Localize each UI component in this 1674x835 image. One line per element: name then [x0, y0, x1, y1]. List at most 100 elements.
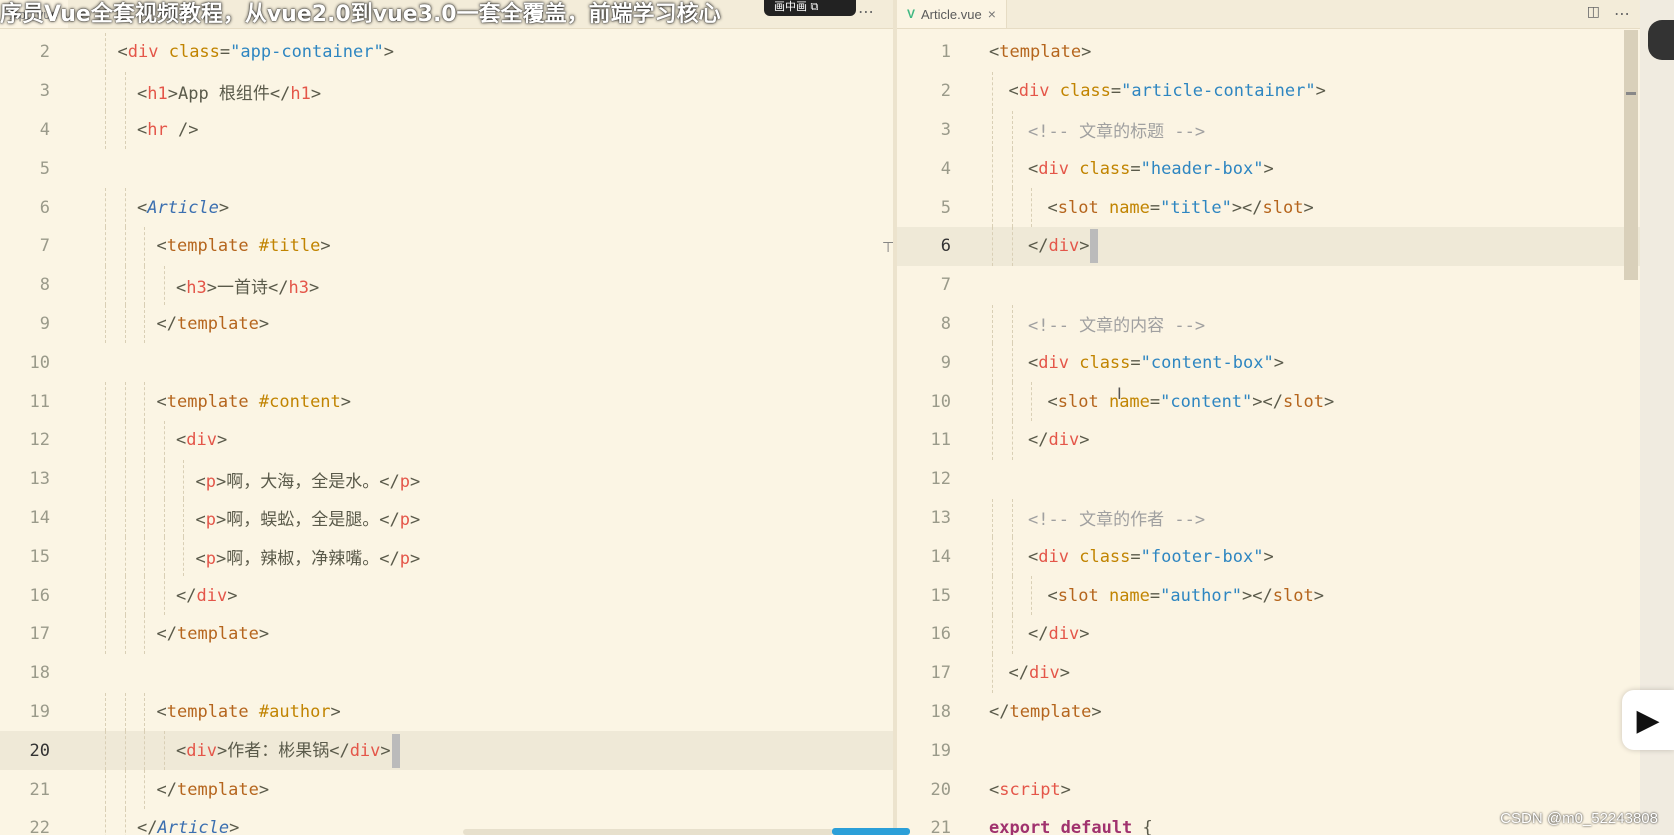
split-editor-icon[interactable]: ◫: [1587, 4, 1600, 20]
line-number: 13: [930, 507, 951, 528]
code-line[interactable]: 4 <hr />: [0, 110, 893, 150]
line-number: 4: [940, 158, 951, 179]
code-token: >: [340, 391, 352, 412]
pip-icon: ⧉: [810, 0, 819, 13]
code-line[interactable]: 14 <p>啊，蜈蚣，全是腿。</p>: [0, 498, 893, 538]
picture-in-picture-button[interactable]: 画中画 ⧉: [764, 0, 856, 16]
code-line[interactable]: 3 <h1>App 根组件</h1>: [0, 71, 893, 111]
code-line[interactable]: 6 <Article>: [0, 188, 893, 227]
code-line[interactable]: 19 <template #author>: [0, 692, 893, 732]
indent-guide: [105, 110, 106, 150]
code-line[interactable]: 19: [897, 731, 1640, 770]
code-line[interactable]: 18: [0, 654, 893, 693]
code-token: "title": [1160, 197, 1232, 218]
code-line[interactable]: 16 </div>: [0, 576, 893, 615]
indent-guide: [124, 537, 126, 577]
indent-guide: [105, 459, 106, 499]
code-line[interactable]: 21 </template>: [0, 770, 893, 809]
code-line[interactable]: 10 <slot name="content"></slot>: [897, 382, 1640, 421]
indent-guide: [105, 537, 106, 577]
code-line[interactable]: 5: [0, 149, 893, 188]
code-line[interactable]: 3 <!-- 文章的标题 -->: [897, 110, 1640, 150]
code-text: <template #content>: [157, 392, 352, 412]
play-icon[interactable]: ▶: [1622, 690, 1674, 750]
code-line[interactable]: 18 </template>: [897, 693, 1640, 732]
code-line[interactable]: 8 <!-- 文章的内容 -->: [897, 304, 1640, 344]
code-token: "content-box": [1140, 352, 1274, 373]
line-number: 15: [29, 546, 50, 567]
code-line[interactable]: 5 <slot name="title"></slot>: [897, 188, 1640, 227]
code-line[interactable]: 9 </template>: [0, 304, 893, 344]
code-line[interactable]: 15 <slot name="author"></slot>: [897, 576, 1640, 615]
code-line[interactable]: 13 <!-- 文章的作者 -->: [897, 498, 1640, 538]
indent-guide: [1011, 382, 1013, 421]
code-line[interactable]: 7 <template #title>: [0, 226, 893, 266]
code-line[interactable]: 15 <p>啊，辣椒，净辣嘴。</p>: [0, 537, 893, 577]
code-token: <: [137, 83, 148, 104]
code-token: =: [1149, 197, 1161, 218]
code-line[interactable]: 4 <div class="header-box">: [897, 149, 1640, 189]
left-code-area[interactable]: 2 <div class="app-container"> 3 <h1>App 根组件…: [0, 33, 893, 835]
indent-guide: [1031, 576, 1032, 615]
indent-guide: [992, 71, 993, 111]
code-line[interactable]: 2 <div class="app-container">: [0, 33, 893, 72]
line-number: 4: [39, 119, 50, 140]
tab-article-vue[interactable]: V Article.vue ×: [897, 0, 1007, 28]
line-number: 22: [29, 818, 50, 835]
code-line[interactable]: 6 </div>: [897, 226, 1640, 266]
indent-guide: [1011, 304, 1013, 344]
indent-guide: [124, 576, 126, 615]
indent-guide: [1011, 343, 1013, 383]
code-token: >啊，大海，全是水。</: [216, 471, 400, 492]
code-line[interactable]: 9 <div class="content-box">: [897, 343, 1640, 383]
code-line[interactable]: 14 <div class="footer-box">: [897, 537, 1640, 577]
more-actions-icon[interactable]: ⋯: [1614, 4, 1630, 23]
vertical-scrollbar[interactable]: [1624, 30, 1638, 280]
code-line[interactable]: 17 </div>: [897, 653, 1640, 693]
code-text: </div>: [1028, 430, 1089, 450]
code-token: div: [186, 740, 217, 761]
code-line[interactable]: 11 <template #content>: [0, 382, 893, 421]
indent-guide: [992, 382, 993, 421]
video-progress-bar[interactable]: [832, 828, 910, 835]
code-token: >: [1079, 430, 1090, 451]
close-icon[interactable]: ×: [988, 6, 996, 22]
code-line[interactable]: 1 <template>: [897, 33, 1640, 72]
code-token: <: [176, 430, 187, 451]
code-line[interactable]: 7: [897, 266, 1640, 305]
code-line[interactable]: 2 <div class="article-container">: [897, 71, 1640, 111]
code-line[interactable]: 10: [0, 343, 893, 382]
line-number: 12: [29, 430, 50, 451]
right-code-area[interactable]: 1 <template> 2 <div class="article-containe…: [897, 33, 1640, 835]
indent-guide: [183, 459, 184, 499]
side-widget-icon[interactable]: [1648, 20, 1674, 60]
indent-guide: [144, 770, 145, 809]
code-text: </Article>: [137, 818, 239, 835]
left-editor-pane: App.vue ⋯ 2 <div class="app-container"> 3 <…: [0, 0, 893, 835]
code-line[interactable]: 17 </template>: [0, 614, 893, 654]
code-line[interactable]: 20 <div>作者：彬果锅</div>: [0, 731, 893, 771]
code-token: <: [1047, 391, 1058, 412]
code-line[interactable]: 8 <h3>一首诗</h3>: [0, 265, 893, 305]
code-token: >: [1303, 197, 1314, 218]
indent-guide: [124, 731, 126, 771]
code-token: >: [216, 430, 228, 451]
code-line[interactable]: 12 <div>: [0, 420, 893, 460]
horizontal-scrollbar[interactable]: [463, 829, 833, 835]
code-line[interactable]: 11 </div>: [897, 420, 1640, 460]
indent-guide: [163, 420, 165, 460]
code-token: >: [1263, 158, 1274, 179]
indent-guide: [105, 382, 106, 421]
code-line[interactable]: 16 </div>: [897, 614, 1640, 654]
code-token: template: [166, 236, 249, 257]
code-line[interactable]: 13 <p>啊，大海，全是水。</p>: [0, 459, 893, 499]
indent-guide: [1011, 226, 1013, 266]
code-line[interactable]: 12: [897, 460, 1640, 499]
code-text: </div>: [1028, 624, 1089, 644]
code-token: =: [1130, 158, 1141, 179]
more-actions-icon[interactable]: ⋯: [858, 2, 874, 21]
code-line[interactable]: 20 <script>: [897, 770, 1640, 809]
code-token: >: [258, 779, 270, 800]
indent-guide: [105, 498, 106, 538]
